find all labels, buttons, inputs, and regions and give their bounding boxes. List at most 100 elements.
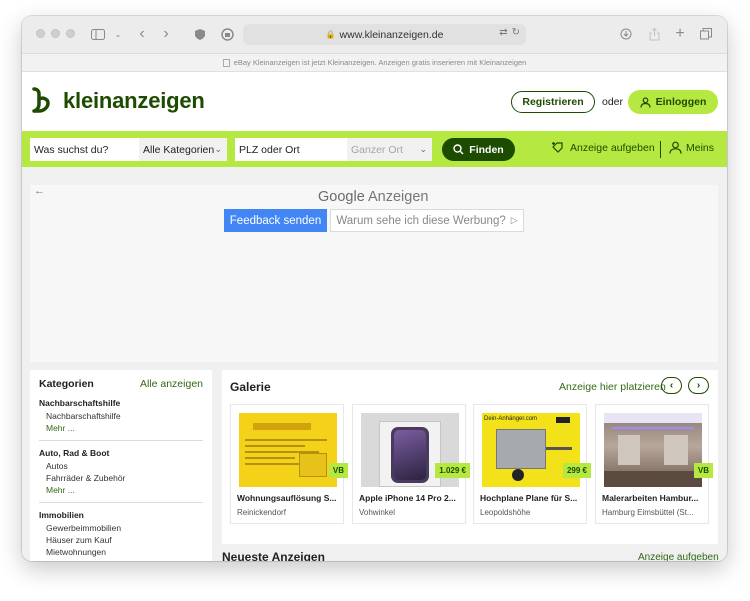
price-badge: VB <box>693 463 713 478</box>
gallery-card[interactable]: Dein-Anhänger.com 299 € Hochplane Plane … <box>473 404 591 524</box>
or-text: oder <box>602 96 624 108</box>
image-caption: Dein-Anhänger.com <box>484 416 538 422</box>
account-button[interactable]: Meins <box>669 141 714 154</box>
post-ad-label: Anzeige aufgeben <box>570 141 655 154</box>
user-icon <box>669 141 682 154</box>
ad-title-rest: Anzeigen <box>368 189 429 205</box>
chevron-down-icon: ⌄ <box>214 144 222 154</box>
share-icon[interactable] <box>646 25 662 43</box>
search-input[interactable]: Was suchst du? <box>30 138 139 161</box>
gallery-prev-button[interactable]: ‹ <box>661 377 682 394</box>
chevron-down-icon: ⌄ <box>419 144 427 154</box>
newest-title: Neueste Anzeigen <box>222 550 325 561</box>
logo-text: kleinanzeigen <box>63 88 205 113</box>
play-icon: ▷ <box>510 215 518 225</box>
ad-title-google: Google <box>318 189 365 205</box>
post-ad-button[interactable]: Anzeige aufgeben <box>551 141 655 154</box>
price-badge: 299 € <box>562 463 591 478</box>
info-banner-text: eBay Kleinanzeigen ist jetzt Kleinanzeig… <box>233 58 527 67</box>
divider <box>39 440 203 441</box>
site-header: kleinanzeigen Registrieren oder Einlogge… <box>22 73 727 131</box>
listing-title: Hochplane Plane für S... <box>480 493 578 503</box>
page-icon <box>222 58 230 67</box>
browser-window: ⌄ ‹ › 🔒 www.kleinanzeigen.de ⇄ ↻ + eBay … <box>22 16 727 561</box>
listing-location: Vohwinkel <box>359 508 396 517</box>
sidebar-title: Kategorien <box>39 378 94 390</box>
gallery-card[interactable]: 1.029 € Apple iPhone 14 Pro 2... Vohwink… <box>352 404 470 524</box>
chevron-down-icon[interactable]: ⌄ <box>110 25 126 43</box>
why-ad-label: Warum sehe ich diese Werbung? <box>336 214 506 227</box>
tab-overview-icon[interactable] <box>698 25 714 43</box>
category-select[interactable]: Alle Kategorien ⌄ <box>139 138 227 161</box>
lock-icon: 🔒 <box>325 30 336 39</box>
window-controls <box>36 29 75 38</box>
new-tab-icon[interactable]: + <box>672 25 688 43</box>
feedback-button[interactable]: Feedback senden <box>224 209 327 232</box>
more-link[interactable]: Mehr ... <box>39 484 203 496</box>
privacy-report-icon[interactable] <box>219 25 235 43</box>
divider <box>660 141 661 158</box>
url-text: www.kleinanzeigen.de <box>339 28 444 41</box>
search-icon <box>453 144 464 155</box>
subcategory-link[interactable]: Autos <box>39 460 203 472</box>
address-bar[interactable]: 🔒 www.kleinanzeigen.de ⇄ ↻ <box>243 24 526 45</box>
divider <box>39 502 203 503</box>
google-ad-box: ← Google Anzeigen Feedback senden Warum … <box>30 185 718 362</box>
subcategory-link[interactable]: Mietwohnungen <box>39 546 203 558</box>
gallery-card[interactable]: VB Malerarbeiten Hambur... Hamburg Eimsb… <box>595 404 713 524</box>
location-placeholder: PLZ oder Ort <box>239 143 300 156</box>
back-arrow-icon[interactable]: ‹ <box>134 25 150 43</box>
subcategory-link[interactable]: Nachbarschaftshilfe <box>39 410 203 422</box>
category-heading[interactable]: Nachbarschaftshilfe <box>39 398 203 408</box>
shield-icon[interactable] <box>192 25 208 43</box>
price-badge: VB <box>328 463 348 478</box>
reload-icon[interactable]: ↻ <box>512 27 520 38</box>
sidebar-icon[interactable] <box>90 25 106 43</box>
price-badge: 1.029 € <box>435 463 470 478</box>
listing-image <box>604 413 702 487</box>
post-ad-icon <box>552 142 563 153</box>
gallery-card[interactable]: VB Wohnungsauflösung S... Reinickendorf <box>230 404 348 524</box>
main-content: ← Google Anzeigen Feedback senden Warum … <box>22 167 727 561</box>
subcategory-link[interactable]: Fahrräder & Zubehör <box>39 472 203 484</box>
category-heading[interactable]: Immobilien <box>39 510 203 520</box>
zoom-window-button[interactable] <box>66 29 75 38</box>
site-logo[interactable]: kleinanzeigen <box>30 87 205 115</box>
forward-arrow-icon[interactable]: › <box>158 25 174 43</box>
search-bar: Was suchst du? Alle Kategorien ⌄ PLZ ode… <box>22 131 727 167</box>
listing-title: Wohnungsauflösung S... <box>237 493 337 503</box>
browser-toolbar: ⌄ ‹ › 🔒 www.kleinanzeigen.de ⇄ ↻ + <box>22 16 727 54</box>
search-input-placeholder: Was suchst du? <box>34 143 109 156</box>
place-ad-link[interactable]: Anzeige hier platzieren <box>559 381 666 393</box>
ad-title: Google Anzeigen <box>318 189 428 205</box>
register-button[interactable]: Registrieren <box>511 91 595 113</box>
user-icon <box>640 96 651 108</box>
why-ad-button[interactable]: Warum sehe ich diese Werbung? ▷ <box>330 209 524 232</box>
category-heading[interactable]: Auto, Rad & Boot <box>39 448 203 458</box>
radius-select[interactable]: Ganzer Ort ⌄ <box>347 138 432 161</box>
category-value: Alle Kategorien <box>143 143 215 156</box>
minimize-window-button[interactable] <box>51 29 60 38</box>
find-button[interactable]: Finden <box>442 138 515 161</box>
more-link[interactable]: Mehr ... <box>39 422 203 434</box>
close-window-button[interactable] <box>36 29 45 38</box>
back-arrow-icon[interactable]: ← <box>34 185 45 197</box>
location-input[interactable]: PLZ oder Ort <box>235 138 347 161</box>
show-all-link[interactable]: Alle anzeigen <box>140 378 203 390</box>
login-button[interactable]: Einloggen <box>628 90 718 114</box>
chevron-left-icon: ‹ <box>669 380 674 391</box>
info-banner: eBay Kleinanzeigen ist jetzt Kleinanzeig… <box>22 54 727 72</box>
login-label: Einloggen <box>655 96 707 108</box>
logo-icon <box>32 87 50 113</box>
listing-image <box>239 413 337 487</box>
post-ad-link[interactable]: Anzeige aufgeben <box>638 552 719 561</box>
listing-location: Leopoldshöhe <box>480 508 531 517</box>
category-sidebar: Kategorien Alle anzeigen Nachbarschaftsh… <box>30 370 212 561</box>
listing-title: Malerarbeiten Hambur... <box>602 493 699 503</box>
gallery-title: Galerie <box>230 380 271 394</box>
download-icon[interactable] <box>618 25 634 43</box>
translate-icon[interactable]: ⇄ <box>499 27 507 38</box>
gallery-next-button[interactable]: › <box>688 377 709 394</box>
subcategory-link[interactable]: Gewerbeimmobilien <box>39 522 203 534</box>
subcategory-link[interactable]: Häuser zum Kauf <box>39 534 203 546</box>
